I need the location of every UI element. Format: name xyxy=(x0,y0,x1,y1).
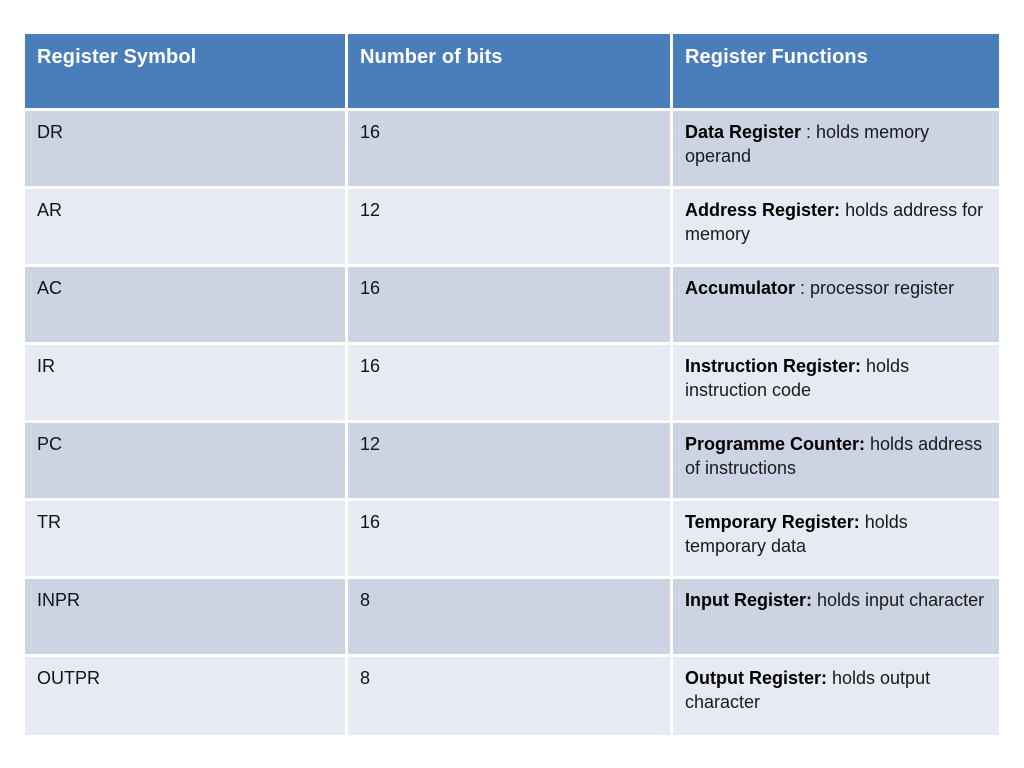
cell-number-of-bits: 16 xyxy=(348,267,673,345)
cell-register-function: Programme Counter: holds address of inst… xyxy=(673,423,999,501)
function-description: : processor register xyxy=(795,278,955,298)
cell-register-function: Accumulator : processor register xyxy=(673,267,999,345)
cell-number-of-bits: 12 xyxy=(348,189,673,267)
table-row: PC 12 Programme Counter: holds address o… xyxy=(25,423,999,501)
cell-register-function: Address Register: holds address for memo… xyxy=(673,189,999,267)
cell-register-function: Data Register : holds memory operand xyxy=(673,111,999,189)
cell-register-symbol: AC xyxy=(25,267,348,345)
function-name: Programme Counter: xyxy=(685,434,866,454)
table-row: AC 16 Accumulator : processor register xyxy=(25,267,999,345)
cell-number-of-bits: 16 xyxy=(348,501,673,579)
function-name: Output Register: xyxy=(685,668,827,688)
cell-register-symbol: IR xyxy=(25,345,348,423)
column-header-register-functions: Register Functions xyxy=(673,34,999,111)
function-description: holds input character xyxy=(812,590,985,610)
cell-number-of-bits: 8 xyxy=(348,657,673,735)
cell-register-function: Input Register: holds input character xyxy=(673,579,999,657)
cell-register-symbol: INPR xyxy=(25,579,348,657)
function-name: Temporary Register: xyxy=(685,512,860,532)
cell-register-function: Output Register: holds output character xyxy=(673,657,999,735)
table-row: DR 16 Data Register : holds memory opera… xyxy=(25,111,999,189)
table-body: DR 16 Data Register : holds memory opera… xyxy=(25,111,999,735)
table-row: TR 16 Temporary Register: holds temporar… xyxy=(25,501,999,579)
cell-register-symbol: TR xyxy=(25,501,348,579)
cell-register-function: Temporary Register: holds temporary data xyxy=(673,501,999,579)
table-row: IR 16 Instruction Register: holds instru… xyxy=(25,345,999,423)
table-row: AR 12 Address Register: holds address fo… xyxy=(25,189,999,267)
cell-number-of-bits: 8 xyxy=(348,579,673,657)
cell-register-function: Instruction Register: holds instruction … xyxy=(673,345,999,423)
function-name: Instruction Register: xyxy=(685,356,862,376)
function-name: Address Register: xyxy=(685,200,841,220)
cell-number-of-bits: 16 xyxy=(348,345,673,423)
cell-register-symbol: DR xyxy=(25,111,348,189)
cell-number-of-bits: 12 xyxy=(348,423,673,501)
cell-register-symbol: PC xyxy=(25,423,348,501)
column-header-register-symbol: Register Symbol xyxy=(25,34,348,111)
cell-register-symbol: AR xyxy=(25,189,348,267)
column-header-number-of-bits: Number of bits xyxy=(348,34,673,111)
cell-number-of-bits: 16 xyxy=(348,111,673,189)
table-header-row: Register Symbol Number of bits Register … xyxy=(25,34,999,111)
cell-register-symbol: OUTPR xyxy=(25,657,348,735)
table-row: INPR 8 Input Register: holds input chara… xyxy=(25,579,999,657)
function-name: Accumulator xyxy=(685,278,796,298)
function-name: Input Register: xyxy=(685,590,813,610)
function-name: Data Register xyxy=(685,122,802,142)
slide-canvas: Register Symbol Number of bits Register … xyxy=(0,0,1024,768)
table-header: Register Symbol Number of bits Register … xyxy=(25,34,999,111)
register-table: Register Symbol Number of bits Register … xyxy=(25,34,999,735)
table-row: OUTPR 8 Output Register: holds output ch… xyxy=(25,657,999,735)
